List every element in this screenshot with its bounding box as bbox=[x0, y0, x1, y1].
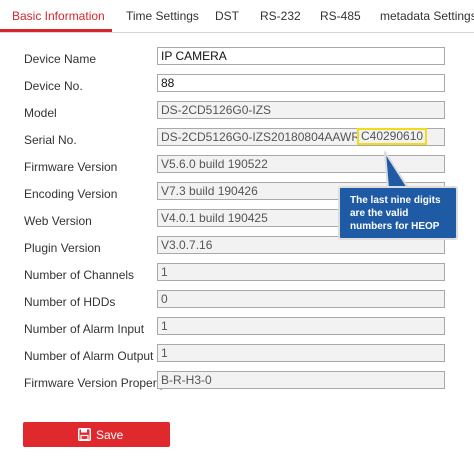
heop-callout: The last nine digits are the valid numbe… bbox=[338, 186, 458, 240]
firmware-version-property-label: Firmware Version Property bbox=[24, 376, 167, 390]
row-number-of-hdds: Number of HDDs 0 bbox=[0, 290, 474, 317]
tab-rs-232[interactable]: RS-232 bbox=[260, 9, 301, 23]
tab-bar: Basic Information Time Settings DST RS-2… bbox=[0, 0, 474, 33]
row-number-of-channels: Number of Channels 1 bbox=[0, 263, 474, 290]
serial-no-field: DS-2CD5126G0-IZS20180804AAWRC40290610 bbox=[157, 128, 445, 146]
web-version-label: Web Version bbox=[24, 214, 92, 228]
model-label: Model bbox=[24, 106, 57, 120]
callout-line-2: are the valid bbox=[350, 208, 409, 219]
save-button[interactable]: Save bbox=[23, 422, 170, 447]
number-of-hdds-label: Number of HDDs bbox=[24, 295, 116, 309]
row-model: Model DS-2CD5126G0-IZS bbox=[0, 101, 474, 128]
row-device-name: Device Name IP CAMERA bbox=[0, 47, 474, 74]
floppy-disk-icon bbox=[78, 428, 91, 441]
active-tab-indicator bbox=[0, 29, 112, 32]
serial-no-highlighted-digits: C40290610 bbox=[356, 128, 428, 145]
number-of-hdds-field: 0 bbox=[157, 290, 445, 308]
tab-rs-485[interactable]: RS-485 bbox=[320, 9, 361, 23]
number-of-channels-label: Number of Channels bbox=[24, 268, 135, 282]
device-no-label: Device No. bbox=[24, 79, 83, 93]
device-name-label: Device Name bbox=[24, 52, 97, 66]
tab-dst[interactable]: DST bbox=[215, 9, 239, 23]
row-number-of-alarm-input: Number of Alarm Input 1 bbox=[0, 317, 474, 344]
serial-no-prefix: DS-2CD5126G0-IZS20180804AAWR bbox=[161, 130, 360, 144]
number-of-alarm-output-field: 1 bbox=[157, 344, 445, 362]
save-button-label: Save bbox=[96, 428, 124, 442]
plugin-version-label: Plugin Version bbox=[24, 241, 101, 255]
row-number-of-alarm-output: Number of Alarm Output 1 bbox=[0, 344, 474, 371]
row-firmware-version-property: Firmware Version Property B-R-H3-0 bbox=[0, 371, 474, 398]
device-no-input[interactable]: 88 bbox=[157, 74, 445, 92]
row-plugin-version: Plugin Version V3.0.7.16 bbox=[0, 236, 474, 263]
tab-basic-information[interactable]: Basic Information bbox=[12, 9, 105, 23]
callout-line-1: The last nine digits bbox=[350, 195, 441, 206]
number-of-alarm-output-label: Number of Alarm Output bbox=[24, 349, 154, 363]
firmware-version-label: Firmware Version bbox=[24, 160, 118, 174]
number-of-alarm-input-field: 1 bbox=[157, 317, 445, 335]
tab-time-settings[interactable]: Time Settings bbox=[126, 9, 199, 23]
callout-line-3: numbers for HEOP bbox=[350, 221, 440, 232]
tab-metadata-settings[interactable]: metadata Settings bbox=[380, 9, 474, 23]
encoding-version-label: Encoding Version bbox=[24, 187, 118, 201]
row-device-no: Device No. 88 bbox=[0, 74, 474, 101]
serial-no-label: Serial No. bbox=[24, 133, 77, 147]
number-of-channels-field: 1 bbox=[157, 263, 445, 281]
model-field: DS-2CD5126G0-IZS bbox=[157, 101, 445, 119]
device-name-input[interactable]: IP CAMERA bbox=[157, 47, 445, 65]
firmware-version-property-field: B-R-H3-0 bbox=[157, 371, 445, 389]
number-of-alarm-input-label: Number of Alarm Input bbox=[24, 322, 145, 336]
